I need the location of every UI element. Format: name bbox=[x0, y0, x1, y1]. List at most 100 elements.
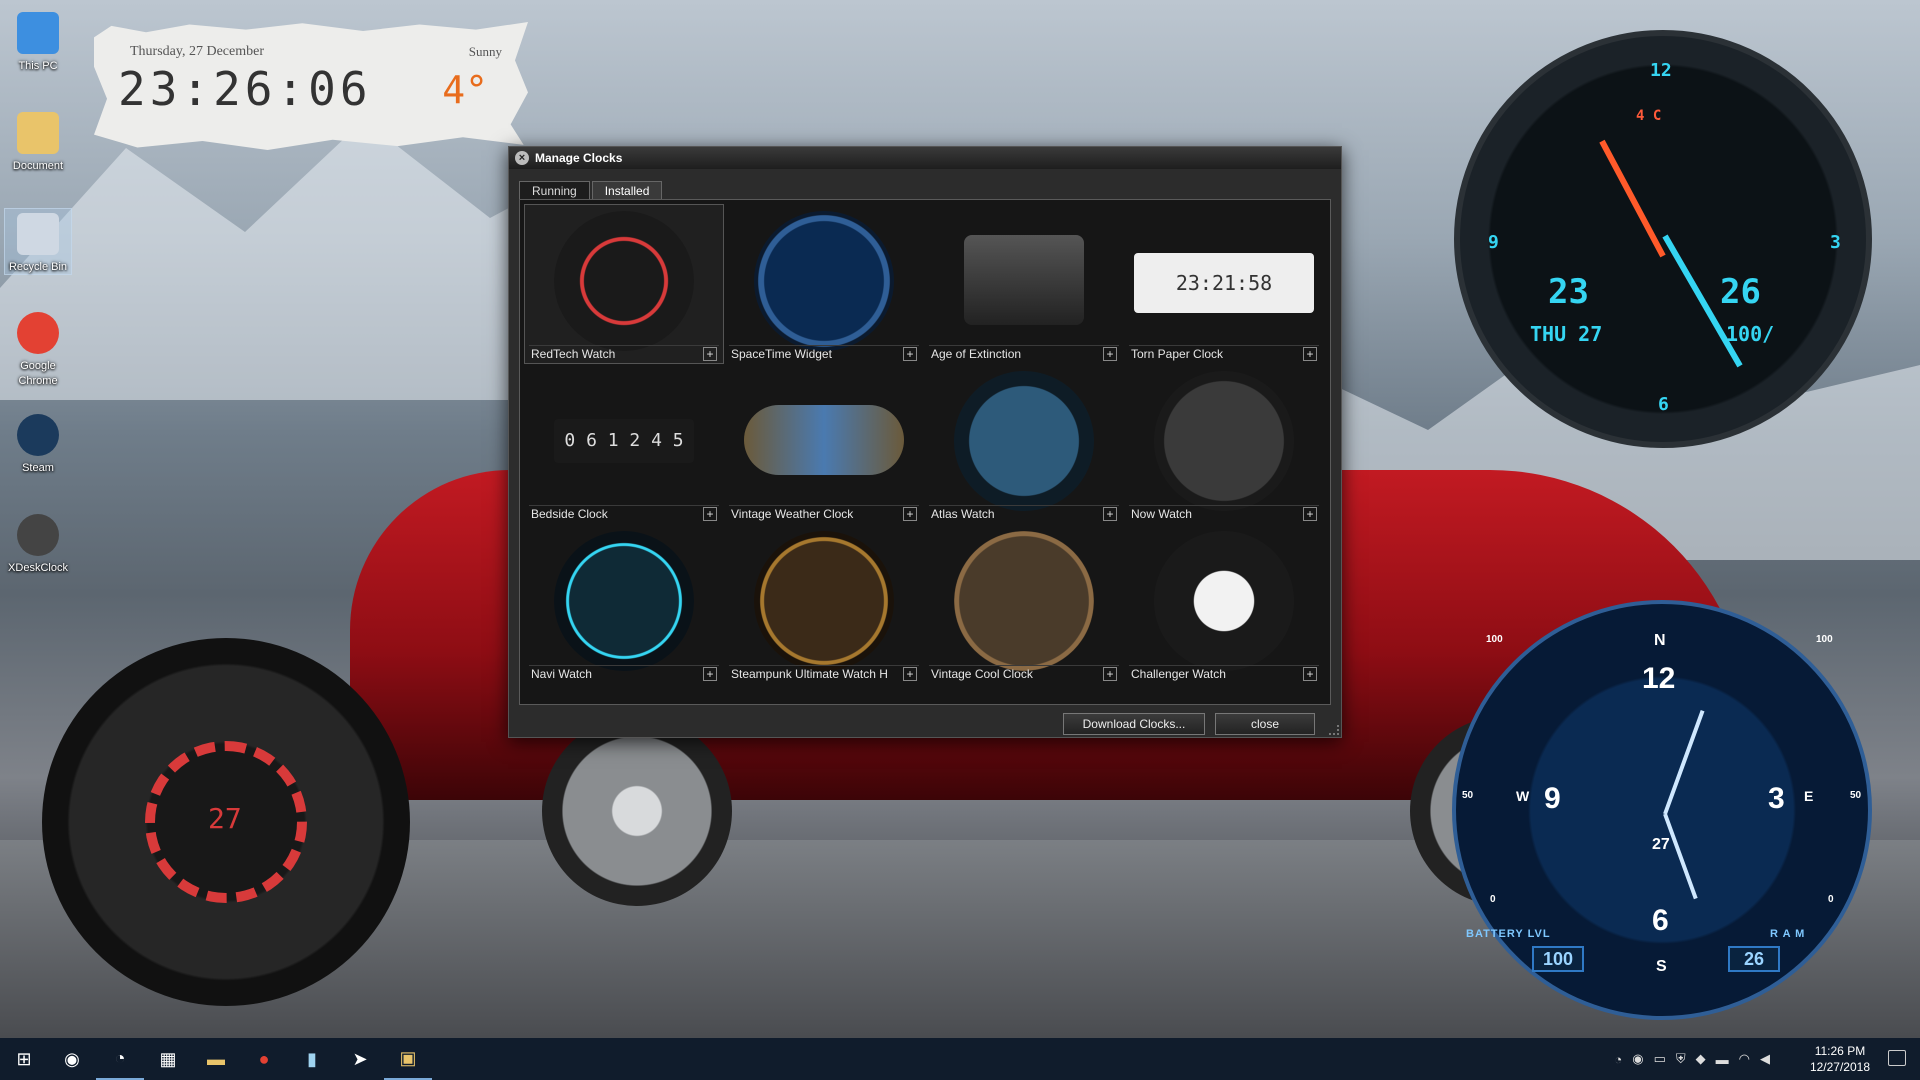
clock-item-redtech-watch[interactable]: RedTech Watch + bbox=[524, 204, 724, 364]
clock-thumbnail: 23:21:58 bbox=[1134, 253, 1314, 313]
desktop-icon-xdeskclock[interactable]: XDeskClock bbox=[4, 514, 72, 575]
clock-item-bedside-clock[interactable]: 0 6 1 2 4 5 Bedside Clock + bbox=[524, 364, 724, 524]
compass-west: W bbox=[1516, 788, 1529, 804]
desktop-icon-label: Google Chrome bbox=[18, 360, 57, 387]
add-clock-button[interactable]: + bbox=[903, 667, 917, 681]
hour-marker-6: 6 bbox=[1658, 394, 1669, 415]
desktop-icon-recycle-bin[interactable]: Recycle Bin bbox=[4, 208, 72, 275]
paper-plane-icon[interactable]: ➤ bbox=[336, 1038, 384, 1080]
hud-minute: 26 bbox=[1720, 272, 1761, 312]
close-icon[interactable]: × bbox=[515, 151, 529, 165]
scale-label: 0 bbox=[1828, 894, 1834, 905]
resize-grip[interactable] bbox=[1329, 725, 1339, 735]
hour-marker-12: 12 bbox=[1642, 662, 1675, 696]
dialog-titlebar[interactable]: × Manage Clocks bbox=[509, 147, 1341, 169]
taskbar-clock[interactable]: 11:26 PM 12/27/2018 bbox=[1810, 1043, 1870, 1075]
widget-time: 23:26:06 bbox=[118, 62, 372, 116]
notepad-icon[interactable]: ▮ bbox=[288, 1038, 336, 1080]
clock-name: Bedside Clock bbox=[531, 507, 608, 521]
add-clock-button[interactable]: + bbox=[903, 507, 917, 521]
clock-item-steampunk-ultimate-watch[interactable]: Steampunk Ultimate Watch H + bbox=[724, 524, 924, 684]
dialog-title: Manage Clocks bbox=[535, 151, 622, 165]
add-clock-button[interactable]: + bbox=[1303, 347, 1317, 361]
redtech-watch-widget[interactable]: 27 bbox=[42, 638, 410, 1006]
add-clock-button[interactable]: + bbox=[1103, 507, 1117, 521]
widget-condition: Sunny bbox=[469, 44, 502, 60]
steam-icon[interactable]: ◉ bbox=[48, 1038, 96, 1080]
clock-item-vintage-cool-clock[interactable]: Vintage Cool Clock + bbox=[924, 524, 1124, 684]
clock-item-torn-paper-clock[interactable]: 23:21:58 Torn Paper Clock + bbox=[1124, 204, 1324, 364]
desktop-icon-steam[interactable]: Steam bbox=[4, 414, 72, 475]
tab-running[interactable]: Running bbox=[519, 181, 590, 199]
hour-marker-3: 3 bbox=[1768, 782, 1785, 816]
notification-icon[interactable] bbox=[1888, 1050, 1906, 1066]
chrome-icon[interactable]: ● bbox=[240, 1038, 288, 1080]
torn-paper-clock-widget[interactable]: Thursday, 27 December 23:26:06 Sunny 4° bbox=[94, 22, 528, 150]
tablet-icon[interactable]: ▭ bbox=[1654, 1051, 1666, 1067]
battery-label: BATTERY LVL bbox=[1466, 928, 1551, 940]
clock-item-vintage-weather-clock[interactable]: Vintage Weather Clock + bbox=[724, 364, 924, 524]
add-clock-button[interactable]: + bbox=[703, 347, 717, 361]
add-clock-button[interactable]: + bbox=[1103, 347, 1117, 361]
ram-label: R A M bbox=[1770, 928, 1805, 940]
add-clock-button[interactable]: + bbox=[1303, 667, 1317, 681]
folder-document-icon bbox=[17, 112, 59, 154]
hour-marker-9: 9 bbox=[1488, 232, 1499, 253]
hour-hand bbox=[1599, 140, 1665, 258]
clock-item-age-of-extinction[interactable]: Age of Extinction + bbox=[924, 204, 1124, 364]
clock-name: RedTech Watch bbox=[531, 347, 615, 361]
clock-thumbnail bbox=[954, 371, 1094, 511]
widget-date: Thursday, 27 December bbox=[130, 44, 264, 60]
clock-gallery: RedTech Watch + SpaceTime Widget + Age o… bbox=[519, 199, 1331, 705]
add-clock-button[interactable]: + bbox=[703, 667, 717, 681]
steam-tray-icon[interactable]: ◉ bbox=[1632, 1051, 1643, 1067]
add-clock-button[interactable]: + bbox=[703, 507, 717, 521]
wifi-icon[interactable]: ◠ bbox=[1739, 1051, 1750, 1067]
weather-temp: 4 C bbox=[1636, 108, 1661, 124]
red-clock-day: 27 bbox=[208, 802, 242, 835]
volume-icon[interactable]: ◀ bbox=[1760, 1051, 1770, 1067]
system-tray: ◔ ◉ ▭ ⛨ ◆ ▬ ◠ ◀ bbox=[1614, 1038, 1770, 1080]
clock-thumbnail bbox=[1154, 371, 1294, 511]
manage-clocks-dialog: × Manage Clocks Running Installed RedTec… bbox=[508, 146, 1342, 738]
desktop-icon-label: Steam bbox=[22, 462, 54, 474]
hud-hour: 23 bbox=[1548, 272, 1589, 312]
battery-value: 100 bbox=[1532, 946, 1584, 972]
download-clocks-button[interactable]: Download Clocks... bbox=[1063, 713, 1205, 735]
desktop-icon-chrome[interactable]: Google Chrome bbox=[4, 312, 72, 388]
desktop-icon-label: This PC bbox=[18, 60, 57, 72]
clock-item-spacetime-widget[interactable]: SpaceTime Widget + bbox=[724, 204, 924, 364]
tab-installed[interactable]: Installed bbox=[592, 181, 663, 199]
clock-item-navi-watch[interactable]: Navi Watch + bbox=[524, 524, 724, 684]
hour-marker-3: 3 bbox=[1830, 232, 1841, 253]
hour-marker-12: 12 bbox=[1650, 60, 1672, 81]
clock-item-atlas-watch[interactable]: Atlas Watch + bbox=[924, 364, 1124, 524]
app-icon[interactable]: ▣ bbox=[384, 1038, 432, 1080]
dropbox-icon[interactable]: ◆ bbox=[1696, 1051, 1706, 1067]
battery-icon[interactable]: ▬ bbox=[1716, 1052, 1729, 1067]
taskmanager-icon[interactable]: ▦ bbox=[144, 1038, 192, 1080]
clock-thumbnail bbox=[964, 235, 1084, 325]
close-button[interactable]: close bbox=[1215, 713, 1315, 735]
clock-item-challenger-watch[interactable]: Challenger Watch + bbox=[1124, 524, 1324, 684]
clock-thumbnail bbox=[1154, 531, 1294, 671]
tray-app-icon[interactable]: ◔ bbox=[1614, 1052, 1622, 1067]
desktop-icon-this-pc[interactable]: This PC bbox=[4, 12, 72, 73]
clock-thumbnail bbox=[554, 531, 694, 671]
clock-name: Navi Watch bbox=[531, 667, 592, 681]
clock-item-now-watch[interactable]: Now Watch + bbox=[1124, 364, 1324, 524]
xdeskclock-icon[interactable]: ◔ bbox=[96, 1038, 144, 1080]
add-clock-button[interactable]: + bbox=[903, 347, 917, 361]
clock-name: SpaceTime Widget bbox=[731, 347, 832, 361]
hour-hand bbox=[1663, 710, 1704, 815]
add-clock-button[interactable]: + bbox=[1303, 507, 1317, 521]
desktop-icon-label: XDeskClock bbox=[8, 562, 68, 574]
windows-start-icon[interactable]: ⊞ bbox=[0, 1038, 48, 1080]
desktop-icon-document[interactable]: Document bbox=[4, 112, 72, 173]
hud-battery: 100/ bbox=[1726, 322, 1774, 346]
file-explorer-icon[interactable]: ▬ bbox=[192, 1038, 240, 1080]
spacetime-widget[interactable]: N 12 3 6 9 W E S 27 100 100 50 50 0 0 bbox=[1452, 600, 1872, 1020]
security-icon[interactable]: ⛨ bbox=[1676, 1051, 1686, 1067]
add-clock-button[interactable]: + bbox=[1103, 667, 1117, 681]
navi-watch-widget[interactable]: 12 3 6 9 4 C 23 26 THU 27 100/ bbox=[1454, 30, 1872, 448]
